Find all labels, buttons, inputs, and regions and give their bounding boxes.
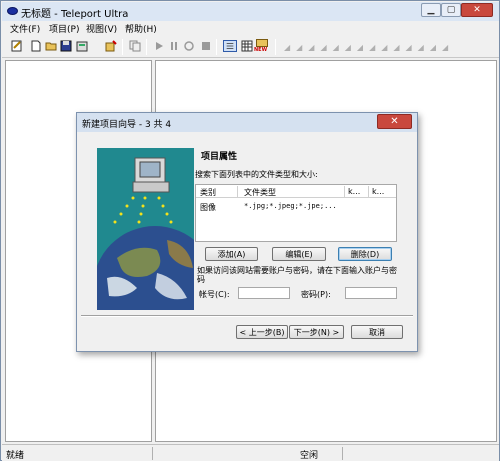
- table-cell: 图像: [200, 203, 216, 212]
- new-badge-icon[interactable]: NEW: [254, 39, 269, 55]
- record-icon[interactable]: [183, 40, 195, 52]
- open-folder-icon[interactable]: [45, 40, 57, 52]
- account-label: 帐号(C):: [199, 290, 230, 299]
- status-ready: 就绪: [6, 451, 25, 461]
- column-header[interactable]: k...: [372, 187, 384, 196]
- dialog-heading: 项目属性: [201, 152, 238, 162]
- table-cell: *.jpg;*.jpeg;*.jpe;...: [244, 202, 337, 210]
- password-label: 密码(P):: [301, 290, 331, 299]
- status-bar: 就绪 空闲: [2, 444, 499, 461]
- menu-view[interactable]: 视图(V): [86, 22, 117, 35]
- back-button[interactable]: < 上一步(B): [236, 325, 288, 339]
- toolbar-separator: [146, 39, 147, 55]
- new-file-icon[interactable]: [30, 40, 42, 52]
- status-divider: [342, 447, 343, 460]
- app-logo-icon: [7, 7, 18, 15]
- table-header: 类别 文件类型 k... k...: [196, 185, 396, 198]
- toolbar-separator: [216, 39, 217, 55]
- edit-button[interactable]: 编辑(E): [272, 247, 326, 261]
- disabled-toolbar-icons: ◢◢◢◢◢◢◢◢◢◢◢◢◢◢: [284, 43, 455, 51]
- properties-icon[interactable]: [76, 40, 88, 52]
- column-header[interactable]: 文件类型: [244, 187, 276, 198]
- file-type-table[interactable]: 类别 文件类型 k... k... 图像 *.jpg;*.jpeg;*.jpe;…: [195, 184, 397, 242]
- pause-icon[interactable]: [168, 40, 180, 52]
- dialog-close-button[interactable]: ✕: [377, 114, 412, 129]
- delete-button[interactable]: 删除(D): [338, 247, 392, 261]
- window-title: 无标题 - Teleport Ultra: [21, 9, 129, 20]
- dialog-title-bar[interactable]: 新建项目向导 - 3 共 4 ✕: [77, 113, 417, 132]
- title-bar[interactable]: 无标题 - Teleport Ultra ▁ ▢ ✕: [2, 2, 499, 21]
- dialog-title: 新建项目向导 - 3 共 4: [82, 120, 172, 130]
- list-view-icon[interactable]: [223, 40, 237, 52]
- next-button[interactable]: 下一步(N) >: [289, 325, 344, 339]
- toolbar-separator: [275, 39, 276, 55]
- menu-file[interactable]: 文件(F): [10, 22, 40, 35]
- new-project-wizard-dialog: 新建项目向导 - 3 共 4 ✕ 项目属性 搜索下面列表中的文件类型和大小: 类…: [76, 112, 418, 352]
- maximize-button[interactable]: ▢: [441, 3, 461, 17]
- account-field[interactable]: [238, 287, 290, 299]
- edit-icon[interactable]: [11, 40, 23, 52]
- wizard-icon[interactable]: [105, 40, 117, 52]
- column-header[interactable]: 类别: [200, 187, 216, 198]
- copy-icon[interactable]: [129, 40, 141, 52]
- menu-bar: 文件(F) 项目(P) 视图(V) 帮助(H): [2, 21, 499, 36]
- stop-icon[interactable]: [200, 40, 212, 52]
- close-button[interactable]: ✕: [461, 3, 493, 17]
- table-row[interactable]: 图像 *.jpg;*.jpeg;*.jpe;...: [196, 201, 396, 213]
- menu-project[interactable]: 项目(P): [49, 22, 79, 35]
- menu-help[interactable]: 帮助(H): [125, 22, 157, 35]
- add-button[interactable]: 添加(A): [205, 247, 258, 261]
- dialog-divider: [81, 315, 413, 317]
- password-field[interactable]: [345, 287, 397, 299]
- status-idle: 空闲: [300, 451, 319, 461]
- save-icon[interactable]: [60, 40, 72, 52]
- new-badge-label: NEW: [254, 47, 268, 53]
- account-note: 如果访问该网站需要账户与密码，请在下面输入账户与密码: [197, 266, 397, 284]
- toolbar: NEW ◢◢◢◢◢◢◢◢◢◢◢◢◢◢: [2, 36, 499, 58]
- status-divider: [152, 447, 153, 460]
- instruction-text: 搜索下面列表中的文件类型和大小:: [195, 170, 318, 179]
- cancel-button[interactable]: 取消: [351, 325, 403, 339]
- toolbar-separator: [122, 39, 123, 55]
- globe-computer-illustration: [97, 148, 194, 310]
- column-header[interactable]: k...: [348, 187, 360, 196]
- grid-view-icon[interactable]: [241, 40, 253, 52]
- minimize-button[interactable]: ▁: [421, 3, 441, 17]
- play-icon[interactable]: [153, 40, 165, 52]
